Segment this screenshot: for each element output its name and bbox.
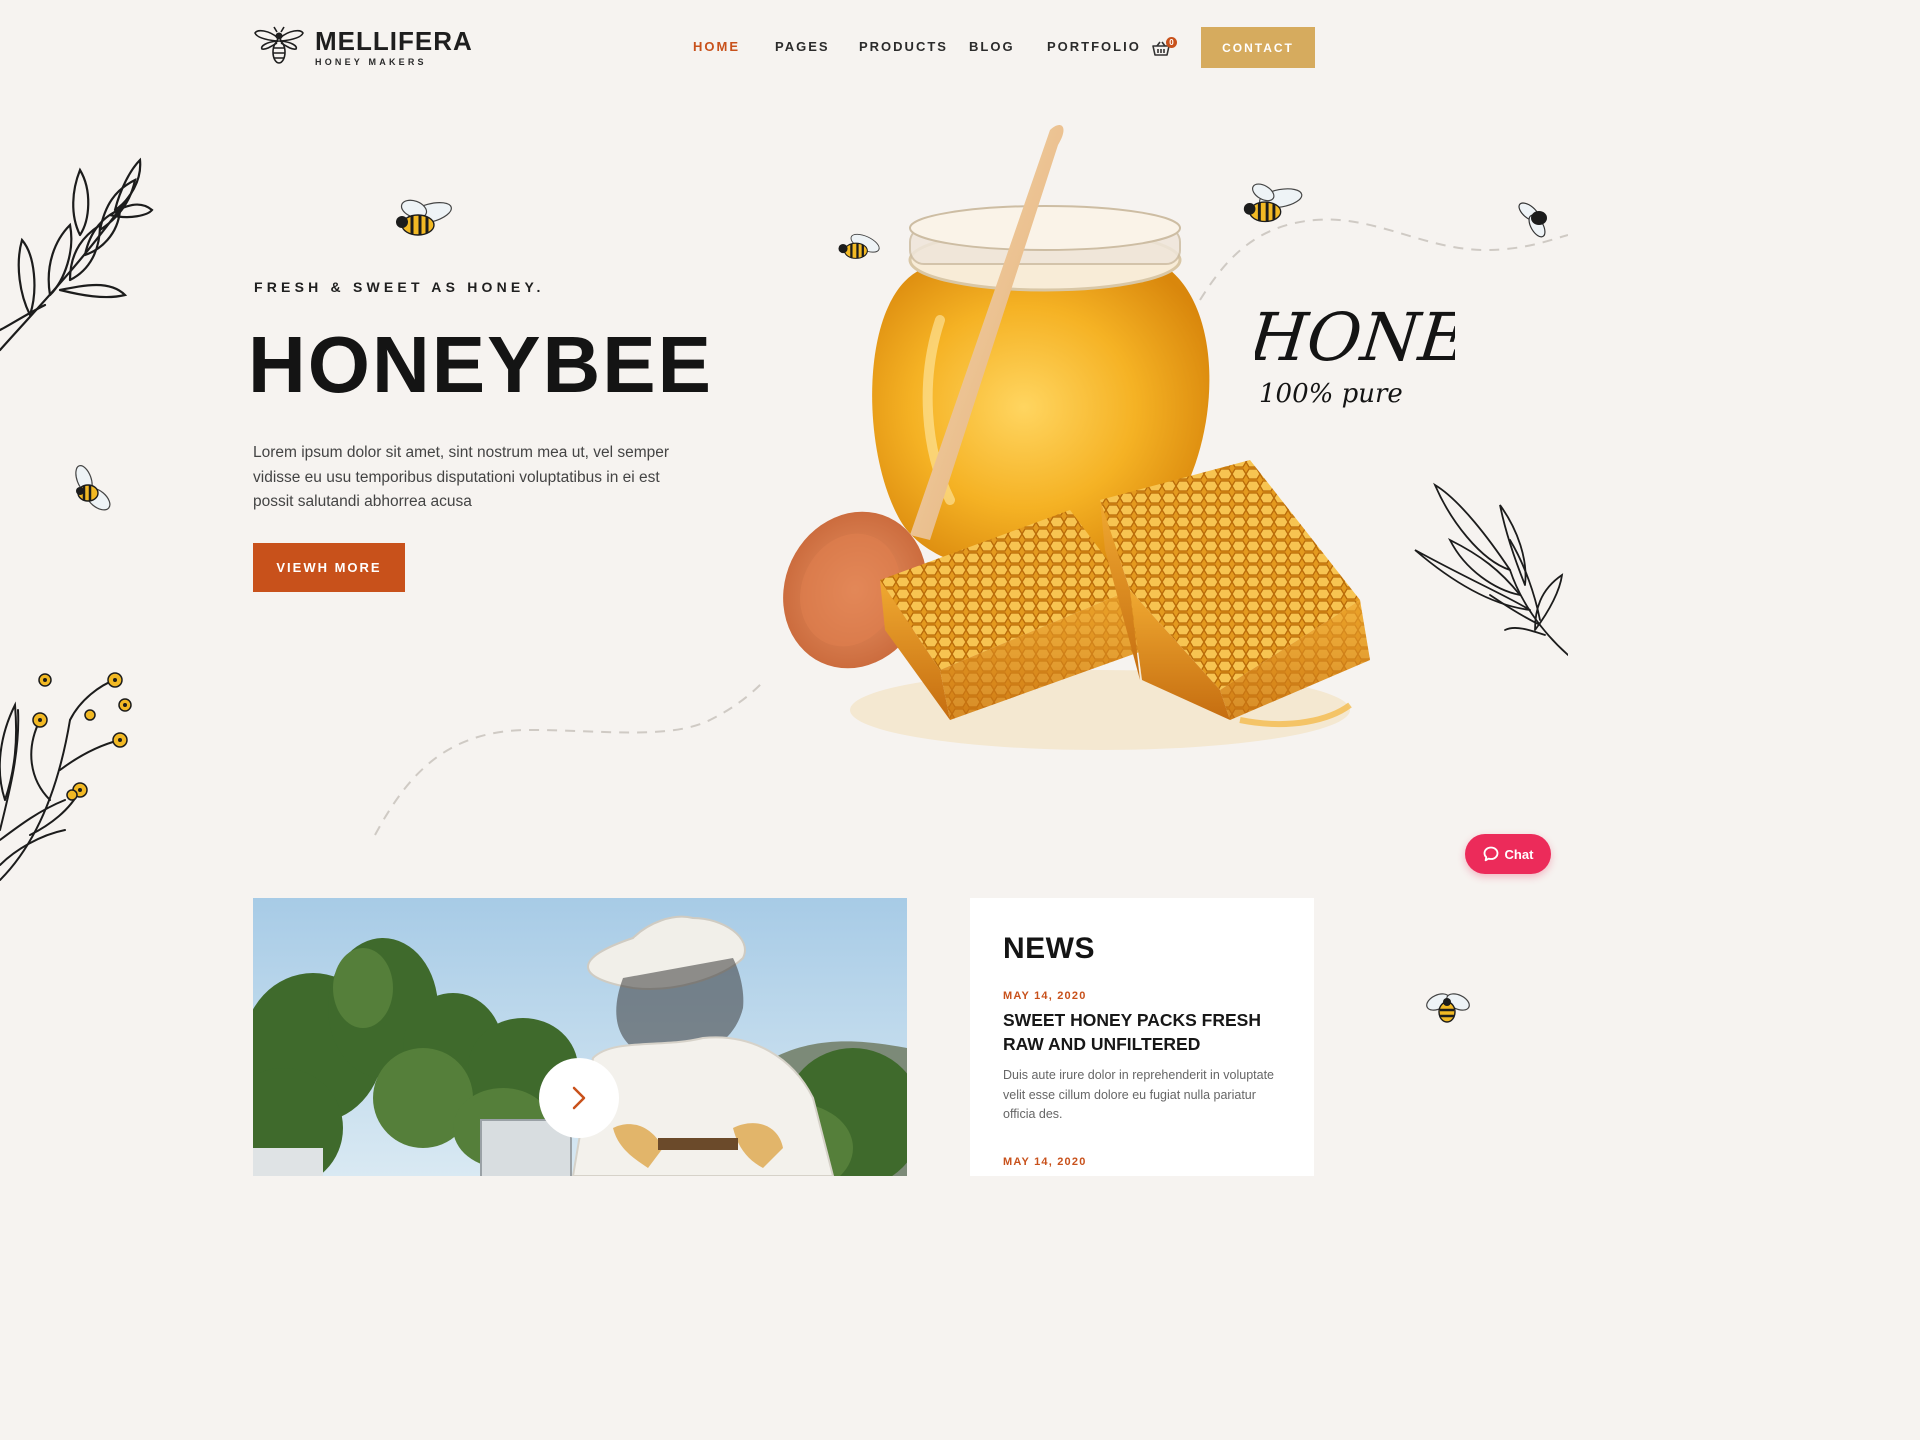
flower-illustration-icon [0,672,132,881]
news-date: MAY 14, 2020 [1003,1155,1087,1168]
chevron-right-icon [572,1086,586,1110]
bee-icon [1518,202,1547,238]
hero-kicker: FRESH & SWEET AS HONEY. [254,279,545,295]
honey-script-subtitle: 100% pure [1259,379,1403,409]
beekeeper-photo [253,898,907,1176]
next-slide-button[interactable] [539,1058,619,1138]
dashed-path-decoration [374,680,766,836]
cart-count-badge: 0 [1166,37,1177,48]
branch-illustration-icon [0,157,154,352]
chat-bubble-icon [1483,846,1498,862]
chat-label: Chat [1504,846,1534,862]
view-more-button[interactable]: VIEWH MORE [253,543,405,592]
hero-description: Lorem ipsum dolor sit amet, sint nostrum… [253,444,670,510]
news-excerpt: Duis aute irure dolor in reprehenderit i… [1003,1068,1274,1121]
nav-pages[interactable]: PAGES [775,39,830,54]
chat-button[interactable]: Chat [1465,834,1551,874]
news-panel: NEWS MAY 14, 2020 SWEET HONEY PACKS FRES… [970,898,1314,1176]
bee-icon [1426,993,1470,1023]
brand-logo[interactable]: MELLIFERA HONEY MAKERS [253,26,473,68]
news-headline[interactable]: SWEET HONEY PACKS FRESH RAW AND UNFILTER… [1003,1008,1281,1056]
contact-button[interactable]: CONTACT [1201,27,1315,68]
nav-home[interactable]: HOME [693,39,740,54]
honey-script-title: HONEY [1255,299,1455,376]
brand-tagline: HONEY MAKERS [315,57,427,67]
news-date: MAY 14, 2020 [1003,990,1087,1002]
news-item[interactable]: MAY 14, 2020 [1003,1156,1281,1168]
nav-portfolio[interactable]: PORTFOLIO [1047,39,1141,54]
hero-title: HONEYBEE [248,320,713,409]
honey-label: HONEY 100% pure [1245,288,1520,423]
news-title: NEWS [1003,932,1095,965]
nav-blog[interactable]: BLOG [969,39,1015,54]
leaf-illustration-icon [1414,482,1568,656]
bee-logo-icon [254,26,304,64]
brand-name: MELLIFERA [315,26,473,56]
bee-icon [396,199,452,236]
nav-products[interactable]: PRODUCTS [859,39,948,54]
news-item[interactable]: MAY 14, 2020 SWEET HONEY PACKS FRESH RAW… [1003,990,1281,1125]
honey-product-image [783,125,1370,750]
cart-button[interactable]: 0 [1151,37,1179,59]
bee-icon [75,465,111,511]
